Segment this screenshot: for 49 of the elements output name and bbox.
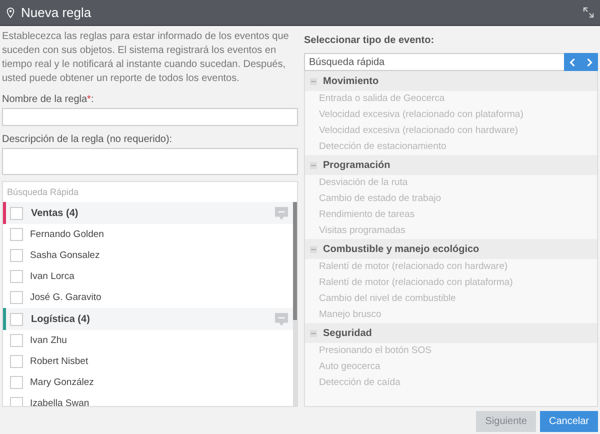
checkbox[interactable] xyxy=(10,355,23,368)
location-pin-icon xyxy=(6,6,15,18)
list-item[interactable]: Sasha Gonsalez xyxy=(3,245,293,266)
list-item[interactable]: Ivan Zhu xyxy=(3,330,293,351)
chevron-left-icon[interactable] xyxy=(569,58,576,66)
group-name: Logística (4) xyxy=(31,314,91,324)
category-name: Seguridad xyxy=(323,328,372,338)
category-row[interactable]: Movimiento xyxy=(305,71,597,91)
collapse-toggle[interactable] xyxy=(310,246,317,252)
list-item[interactable]: José G. Garavito xyxy=(3,287,293,308)
category-row[interactable]: Programación xyxy=(305,155,597,175)
checkbox[interactable] xyxy=(10,270,23,283)
scrollbar[interactable] xyxy=(293,202,297,406)
comment-icon[interactable] xyxy=(275,206,288,220)
checkbox[interactable] xyxy=(10,228,23,241)
input-field[interactable] xyxy=(2,108,298,126)
category-name: Combustible y manejo ecológico xyxy=(323,244,480,254)
collapse-toggle[interactable] xyxy=(310,78,317,84)
input-field[interactable] xyxy=(2,148,298,175)
expand-icon[interactable] xyxy=(583,7,594,18)
checkbox[interactable] xyxy=(10,312,23,326)
collapse-toggle[interactable] xyxy=(310,162,317,168)
group-row[interactable]: Ventas (4) xyxy=(3,202,293,224)
chevron-right-icon[interactable] xyxy=(586,58,593,66)
group-name: Ventas (4) xyxy=(31,208,80,218)
search-field[interactable]: Búsqueda rápida xyxy=(304,53,564,71)
category-name: Movimiento xyxy=(323,76,379,86)
section-label: Seleccionar tipo de evento: xyxy=(304,35,436,46)
list-item[interactable]: Izabella Swan xyxy=(3,393,293,406)
cancel-button[interactable]: Cancelar xyxy=(540,411,598,432)
group-row[interactable]: Logística (4) xyxy=(3,308,293,330)
list-item[interactable]: Ivan Lorca xyxy=(3,266,293,287)
window-title: Nueva regla xyxy=(21,5,92,20)
category-name: Programación xyxy=(323,160,390,170)
comment-icon[interactable] xyxy=(275,312,288,326)
category-row[interactable]: Combustible y manejo ecológico xyxy=(305,239,597,259)
list-item[interactable]: Mary González xyxy=(3,372,293,393)
category-row[interactable]: Seguridad xyxy=(305,323,597,343)
checkbox[interactable] xyxy=(10,249,23,262)
list-item[interactable]: Robert Nisbet xyxy=(3,351,293,372)
checkbox[interactable] xyxy=(10,291,23,304)
field-label: Descripción de la regla (no requerido): xyxy=(2,134,174,145)
intro-text: Establecezca las reglas para estar informado de los eventos que suceden con sus objetos. El sistema registrará los eventos en tiempo real y le notificará al instante cuando sucedan. Después, usted puede obtener un reporte de todos los eventos. xyxy=(2,30,290,86)
collapse-toggle[interactable] xyxy=(310,330,317,336)
field-label: Nombre de la regla*: xyxy=(2,94,95,105)
checkbox[interactable] xyxy=(10,376,23,389)
checkbox[interactable] xyxy=(10,206,23,220)
list-item[interactable]: Fernando Golden xyxy=(3,224,293,245)
checkbox[interactable] xyxy=(10,334,23,347)
